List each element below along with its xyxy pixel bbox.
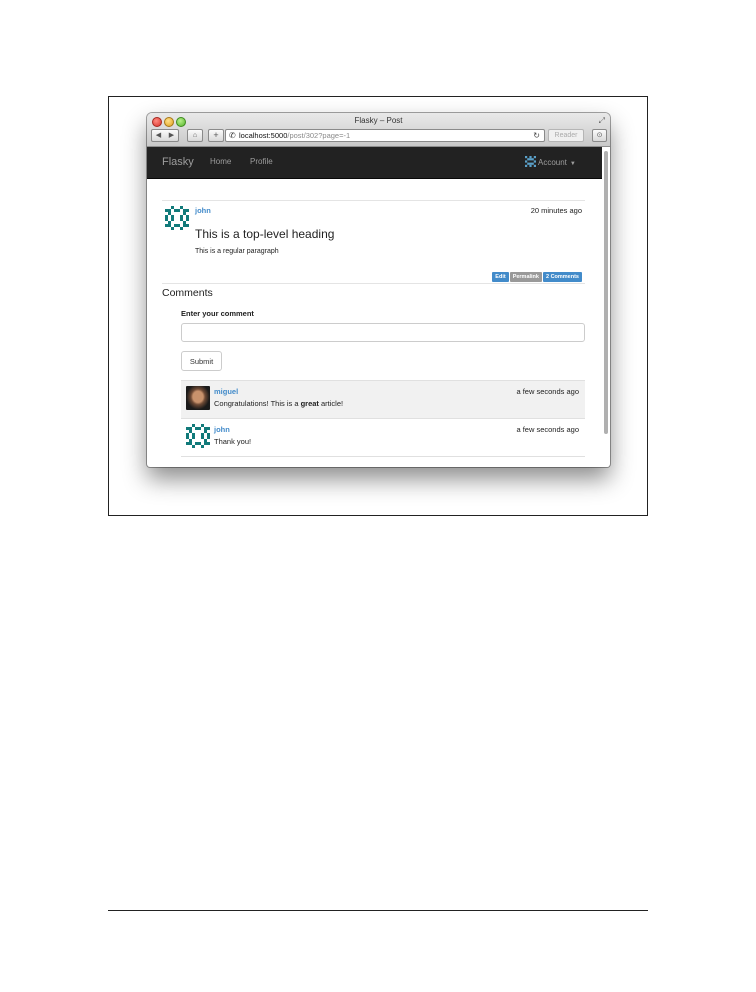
nav-home-link[interactable]: Home bbox=[210, 157, 231, 166]
post-author-link[interactable]: john bbox=[195, 206, 211, 215]
post-heading: This is a top-level heading bbox=[195, 227, 335, 241]
page-bottom-rule bbox=[108, 910, 648, 911]
forward-button[interactable]: ▶ bbox=[165, 129, 179, 142]
comments-count-label-button[interactable]: 2 Comments bbox=[542, 272, 582, 282]
scrollbar[interactable] bbox=[603, 147, 609, 467]
add-bookmark-button[interactable]: + bbox=[208, 129, 224, 142]
url-text: localhost:5000/post/302?page=-1 bbox=[239, 130, 350, 141]
address-bar[interactable]: ✆ localhost:5000/post/302?page=-1 ↻ bbox=[225, 129, 545, 142]
permalink-label-button[interactable]: Permalink bbox=[509, 272, 542, 282]
comment-item: miguel a few seconds ago Congratulations… bbox=[181, 381, 585, 419]
edit-label-button[interactable]: Edit bbox=[492, 272, 509, 282]
account-avatar-icon bbox=[525, 156, 536, 167]
identicon-avatar[interactable] bbox=[186, 424, 210, 448]
back-button[interactable]: ◀ bbox=[151, 129, 166, 142]
phone-icon: ✆ bbox=[229, 131, 236, 140]
photo-avatar[interactable] bbox=[186, 386, 210, 410]
comment-form-label: Enter your comment bbox=[181, 309, 254, 318]
comment-author-link[interactable]: miguel bbox=[214, 387, 238, 396]
reader-button[interactable]: Reader bbox=[548, 129, 584, 142]
url-host: localhost:5000 bbox=[239, 131, 288, 140]
home-button[interactable]: ⌂ bbox=[187, 129, 203, 142]
account-label: Account bbox=[538, 158, 567, 167]
comment-body-text-end: article! bbox=[318, 399, 344, 408]
comment-body-text: Thank you! bbox=[214, 437, 252, 446]
comment-body-bold: great bbox=[300, 399, 319, 408]
comment-timestamp: a few seconds ago bbox=[516, 425, 579, 434]
caret-down-icon: ▼ bbox=[569, 161, 576, 167]
window-title: Flasky – Post bbox=[354, 116, 403, 125]
navbar-brand[interactable]: Flasky bbox=[162, 156, 194, 168]
scrollbar-thumb[interactable] bbox=[604, 151, 608, 434]
comment-body: Congratulations! This is a great article… bbox=[214, 399, 343, 408]
comment-item: john a few seconds ago Thank you! bbox=[181, 419, 585, 457]
browser-toolbar: ◀ ▶ ⌂ + ✆ localhost:5000/post/302?page=-… bbox=[151, 129, 607, 142]
comment-body-text: Congratulations! This is a bbox=[214, 399, 301, 408]
post: john 20 minutes ago This is a top-level … bbox=[162, 200, 585, 284]
comment-body: Thank you! bbox=[214, 437, 251, 446]
browser-window: Flasky – Post ⤢ ◀ ▶ ⌂ + ✆ localhost:5000… bbox=[147, 113, 610, 467]
fullscreen-icon[interactable]: ⤢ bbox=[599, 116, 605, 126]
nav-profile-link[interactable]: Profile bbox=[250, 157, 273, 166]
downloads-button[interactable]: ⊙ bbox=[592, 129, 607, 142]
navbar: Flasky Home Profile Account ▼ bbox=[147, 147, 602, 179]
comment-form: Enter your comment Submit bbox=[181, 309, 585, 371]
window-titlebar: Flasky – Post ⤢ ◀ ▶ ⌂ + ✆ localhost:5000… bbox=[147, 113, 610, 147]
comments-list: miguel a few seconds ago Congratulations… bbox=[181, 380, 585, 457]
comment-author-link[interactable]: john bbox=[214, 425, 230, 434]
post-actions: Edit Permalink 2 Comments bbox=[491, 265, 582, 283]
comment-input[interactable] bbox=[181, 323, 585, 342]
post-paragraph: This is a regular paragraph bbox=[195, 248, 279, 255]
account-dropdown[interactable]: Account ▼ bbox=[525, 156, 576, 167]
post-timestamp: 20 minutes ago bbox=[530, 206, 582, 215]
comments-heading: Comments bbox=[162, 287, 213, 299]
reload-icon[interactable]: ↻ bbox=[533, 130, 540, 141]
identicon-avatar[interactable] bbox=[165, 206, 189, 230]
url-path: /post/302?page=-1 bbox=[287, 131, 351, 140]
submit-button[interactable]: Submit bbox=[181, 351, 222, 371]
comment-timestamp: a few seconds ago bbox=[516, 387, 579, 396]
